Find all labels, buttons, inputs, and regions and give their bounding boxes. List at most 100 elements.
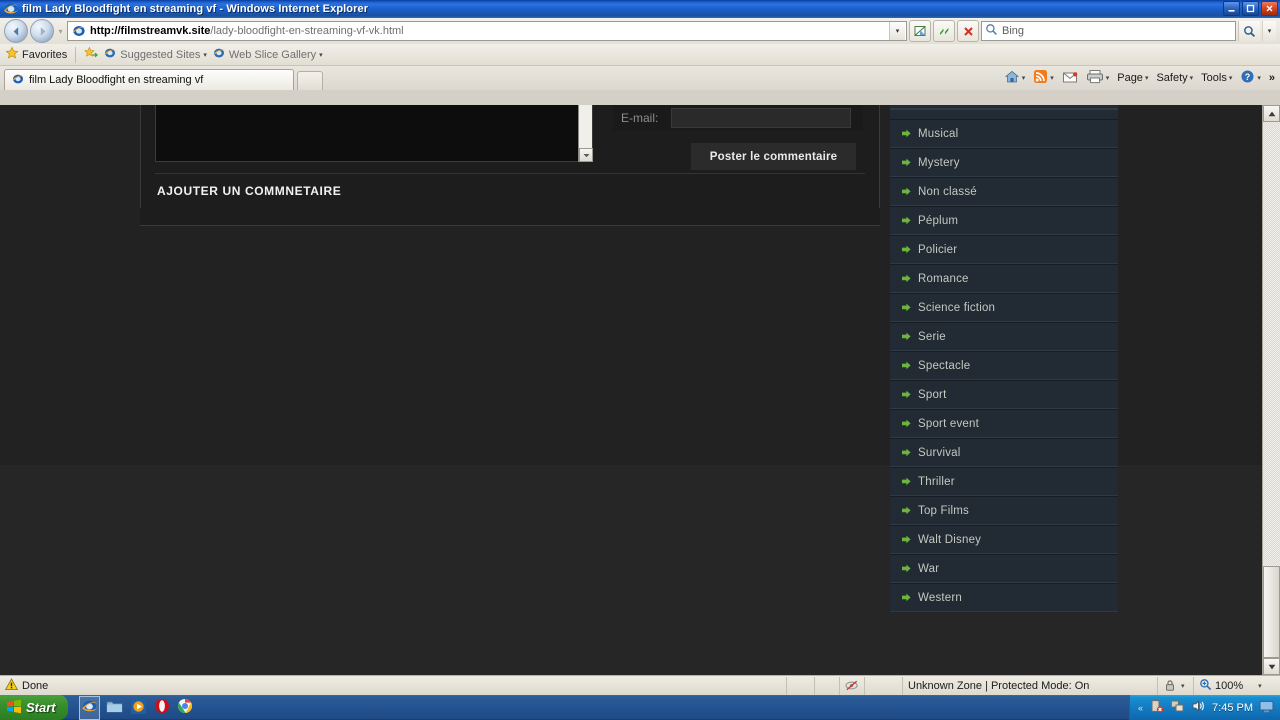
command-bar-overflow-button[interactable]: »: [1266, 72, 1278, 84]
sidebar-item-thriller[interactable]: Thriller: [890, 467, 1118, 496]
taskbar-media-player-icon[interactable]: [130, 698, 147, 718]
web-slice-gallery-button[interactable]: Web Slice Gallery ▾: [212, 46, 323, 63]
chevron-down-icon: ▾: [1144, 75, 1149, 82]
chevron-down-icon[interactable]: ▾: [1181, 682, 1185, 690]
clock-text[interactable]: 7:45 PM: [1212, 702, 1253, 714]
search-provider-caret[interactable]: ▾: [1262, 21, 1276, 41]
tray-security-icon[interactable]: [1149, 699, 1164, 716]
help-menu-button[interactable]: ? ▾: [1237, 69, 1264, 87]
mail-icon: [1062, 70, 1078, 87]
sidebar-item-peplum[interactable]: Péplum: [890, 206, 1118, 235]
stop-button[interactable]: [957, 20, 979, 42]
search-input[interactable]: Bing: [981, 21, 1236, 41]
page-scrollbar[interactable]: [1262, 105, 1280, 675]
scrollbar-track[interactable]: [1263, 122, 1280, 658]
minimize-button[interactable]: [1223, 1, 1240, 16]
sidebar-item-western[interactable]: Western: [890, 583, 1118, 612]
taskbar-folder-icon[interactable]: [106, 699, 123, 717]
favorites-button[interactable]: Favorites: [5, 46, 67, 63]
sidebar-label: Western: [918, 591, 963, 604]
add-to-favorites-bar-button[interactable]: [84, 46, 99, 63]
safety-menu-label: Safety: [1156, 72, 1188, 84]
sidebar-item-sport-event[interactable]: Sport event: [890, 409, 1118, 438]
arrow-right-icon: [902, 332, 911, 341]
sidebar-item-walt-disney[interactable]: Walt Disney: [890, 525, 1118, 554]
sidebar-label: Non classé: [918, 185, 977, 198]
zoom-level-cell[interactable]: 100% ▾: [1194, 677, 1280, 695]
search-go-button[interactable]: [1238, 21, 1260, 41]
textarea-scroll-down-button[interactable]: [579, 148, 593, 162]
tab-active[interactable]: film Lady Bloodfight en streaming vf: [4, 69, 294, 90]
sidebar-item-musical[interactable]: Musical: [890, 119, 1118, 148]
arrow-right-icon: [902, 419, 911, 428]
taskbar-chrome-icon[interactable]: [177, 698, 193, 717]
favorites-divider: [75, 46, 77, 63]
refresh-button[interactable]: [933, 20, 955, 42]
add-comment-heading: AJOUTER UN COMMNETAIRE: [141, 174, 879, 208]
tray-volume-icon[interactable]: [1191, 699, 1206, 716]
suggested-sites-button[interactable]: Suggested Sites ▾: [103, 46, 207, 63]
recent-pages-caret[interactable]: ▾: [56, 27, 65, 36]
tools-menu-button[interactable]: Tools ▾: [1198, 72, 1235, 84]
zoom-icon: [1199, 678, 1212, 694]
sidebar-label: Romance: [918, 272, 969, 285]
protected-mode-icon-cell[interactable]: ▾: [1158, 676, 1194, 695]
post-comment-button[interactable]: Poster le commentaire: [691, 143, 856, 170]
tray-network-icon[interactable]: [1170, 699, 1185, 716]
sidebar-label: Top Films: [918, 504, 970, 517]
compatibility-view-button[interactable]: [909, 20, 931, 42]
address-input[interactable]: http://filmstreamvk.site/lady-bloodfight…: [67, 21, 907, 41]
safety-menu-button[interactable]: Safety ▾: [1153, 72, 1196, 84]
forward-button[interactable]: [30, 19, 54, 43]
sidebar-item-serie[interactable]: Serie: [890, 322, 1118, 351]
sidebar-label: Musical: [918, 127, 959, 140]
sidebar-label: Péplum: [918, 214, 959, 227]
sidebar-item-policier[interactable]: Policier: [890, 235, 1118, 264]
page-favicon-icon: [71, 23, 87, 39]
sidebar-item-survival[interactable]: Survival: [890, 438, 1118, 467]
command-bar: ▾ ▾ ▾ Page ▾ Safety ▾ Tools ▾ ? ▾ »: [1001, 67, 1278, 89]
status-cell-4: [865, 676, 903, 695]
maximize-button[interactable]: [1242, 1, 1259, 16]
window-titlebar: film Lady Bloodfight en streaming vf - W…: [0, 0, 1280, 18]
taskbar-internet-explorer-icon[interactable]: [78, 695, 100, 720]
sidebar-item-sport[interactable]: Sport: [890, 380, 1118, 409]
favorites-bar: Favorites Suggested Sites ▾ Web Slice Ga…: [0, 44, 1280, 66]
scroll-down-button[interactable]: [1263, 658, 1280, 675]
scroll-up-button[interactable]: [1263, 105, 1280, 122]
quick-launch-bar: [72, 695, 201, 720]
close-button[interactable]: [1261, 1, 1278, 16]
taskbar-opera-icon[interactable]: [154, 698, 170, 717]
back-button[interactable]: [4, 19, 28, 43]
sidebar-item-romance[interactable]: Romance: [890, 264, 1118, 293]
home-button[interactable]: ▾: [1001, 69, 1029, 88]
sidebar-item-mystery[interactable]: Mystery: [890, 148, 1118, 177]
sidebar-item-non-classe[interactable]: Non classé: [890, 177, 1118, 206]
read-mail-button[interactable]: [1059, 70, 1081, 87]
status-cell-2: [787, 676, 815, 695]
arrow-right-icon: [902, 564, 911, 573]
sidebar-label: Sport event: [918, 417, 980, 430]
scrollbar-thumb[interactable]: [1263, 566, 1280, 658]
arrow-right-icon: [902, 245, 911, 254]
security-zone-cell[interactable]: Unknown Zone | Protected Mode: On: [903, 676, 1158, 695]
start-button[interactable]: Start: [0, 695, 68, 720]
arrow-right-icon: [902, 274, 911, 283]
sidebar-item-war[interactable]: War: [890, 554, 1118, 583]
chevron-down-icon[interactable]: ▾: [1258, 682, 1262, 690]
new-tab-button[interactable]: [297, 71, 323, 90]
sidebar-item-science-fiction[interactable]: Science fiction: [890, 293, 1118, 322]
show-desktop-icon[interactable]: [1259, 700, 1274, 716]
sidebar-item-spectacle[interactable]: Spectacle: [890, 351, 1118, 380]
email-field[interactable]: [671, 108, 851, 128]
print-button[interactable]: ▾: [1083, 69, 1113, 87]
feeds-button[interactable]: ▾: [1030, 69, 1057, 87]
page-menu-button[interactable]: Page ▾: [1114, 72, 1151, 84]
textarea-scrollbar[interactable]: [578, 105, 593, 162]
show-hidden-icons-button[interactable]: «: [1138, 703, 1143, 713]
phishing-filter-icon-cell[interactable]: [840, 676, 865, 695]
comment-form-card: E-mail: Poster le commentaire AJOUTER UN…: [140, 105, 880, 208]
comment-textarea[interactable]: [155, 105, 593, 162]
address-dropdown-caret[interactable]: ▾: [889, 22, 905, 40]
sidebar-item-top-films[interactable]: Top Films: [890, 496, 1118, 525]
